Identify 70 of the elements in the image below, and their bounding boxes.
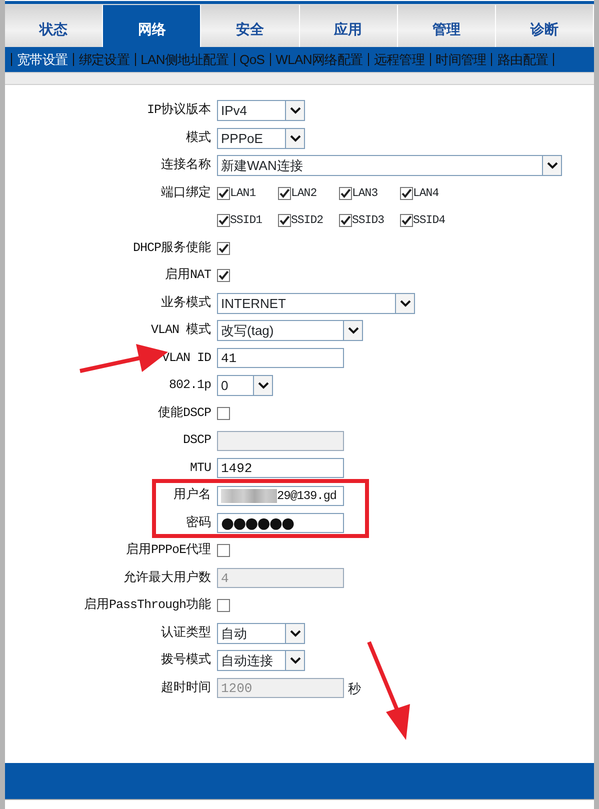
nav-tab[interactable]: 应用 [300, 5, 398, 47]
checkbox[interactable] [217, 186, 230, 200]
field-label: 超时时间 [161, 680, 211, 697]
subnav-link[interactable]: 宽带设置 [11, 53, 73, 66]
dropdown[interactable]: IPv4 [217, 100, 305, 122]
dropdown[interactable]: 自动连接 [217, 650, 305, 672]
checkbox[interactable] [217, 406, 230, 420]
dropdown[interactable]: 改写(tag) [217, 320, 363, 342]
caret-icon [348, 327, 358, 334]
input-field[interactable]: 1492 [217, 458, 344, 478]
nav-tab[interactable]: 网络 [103, 5, 202, 47]
field-label: DHCP服务使能 [132, 240, 211, 257]
checkbox[interactable] [217, 599, 230, 612]
checkbox[interactable] [400, 214, 413, 228]
checkbox-label: SSID2 [291, 213, 324, 230]
input-field[interactable]: 41 [217, 348, 344, 368]
field-label: 允许最大用户数 [124, 570, 211, 587]
field-label: IP协议版本 [146, 102, 211, 120]
checkbox[interactable] [400, 186, 413, 200]
field-label: 模式 [186, 130, 211, 147]
field-label: 使能DSCP [158, 404, 211, 422]
field-label: 连接名称 [161, 156, 211, 174]
checkbox-label: SSID4 [413, 213, 446, 230]
field-label: VLAN 模式 [150, 322, 211, 340]
field-label: 802.1p [168, 377, 211, 394]
nav-tab[interactable]: 诊断 [496, 5, 594, 47]
checkbox[interactable] [217, 214, 230, 228]
caret-icon [546, 162, 558, 170]
caret-icon [400, 300, 410, 307]
input-field[interactable]: 29@139.gd [217, 486, 344, 506]
field-label: 端口绑定 [161, 184, 211, 202]
field-label: MTU [190, 460, 211, 477]
dropdown[interactable]: PPPoE [217, 128, 305, 149]
checkbox[interactable] [217, 269, 230, 282]
dropdown[interactable]: 新建WAN连接 [217, 155, 562, 176]
field-label: 认证类型 [161, 624, 211, 642]
caret-icon [290, 630, 300, 637]
checkbox-label: LAN1 [230, 186, 256, 202]
checkbox[interactable] [278, 186, 291, 200]
field-label: 密码 [186, 514, 211, 532]
checkbox[interactable] [278, 214, 291, 228]
nav-tab[interactable]: 状态 [5, 5, 104, 47]
checkbox[interactable] [339, 214, 352, 228]
field-label: VLAN ID [162, 350, 211, 367]
checkbox-label: LAN2 [291, 186, 317, 202]
nav-tab[interactable]: 管理 [398, 5, 496, 47]
field-label: DSCP [182, 432, 211, 450]
checkbox-label: SSID3 [352, 213, 384, 230]
field-label: 启用PPPoE代理 [126, 542, 211, 560]
field-label: 用户名 [174, 486, 211, 504]
field-label: 启用PassThrough功能 [84, 596, 211, 614]
checkbox-label: SSID1 [230, 213, 262, 230]
field-label: 业务模式 [161, 294, 211, 312]
caret-icon [258, 382, 268, 390]
dropdown[interactable]: 自动 [217, 622, 305, 644]
dropdown[interactable]: INTERNET [217, 292, 415, 314]
caret-icon [290, 107, 300, 114]
caret-icon [290, 657, 300, 664]
checkbox[interactable] [339, 186, 352, 200]
checkbox-label: LAN4 [413, 186, 439, 202]
field-label: 启用NAT [164, 266, 211, 284]
checkbox[interactable] [217, 544, 230, 558]
dropdown[interactable]: 0 [217, 375, 273, 396]
field-label: 拨号模式 [161, 652, 211, 670]
caret-icon [290, 134, 300, 142]
unit-label: 秒 [348, 680, 361, 698]
nav-tab[interactable]: 安全 [201, 5, 300, 47]
checkbox-label: LAN3 [352, 186, 378, 202]
checkbox[interactable] [217, 242, 230, 255]
input-field[interactable]: ●●●●●● [217, 513, 344, 534]
